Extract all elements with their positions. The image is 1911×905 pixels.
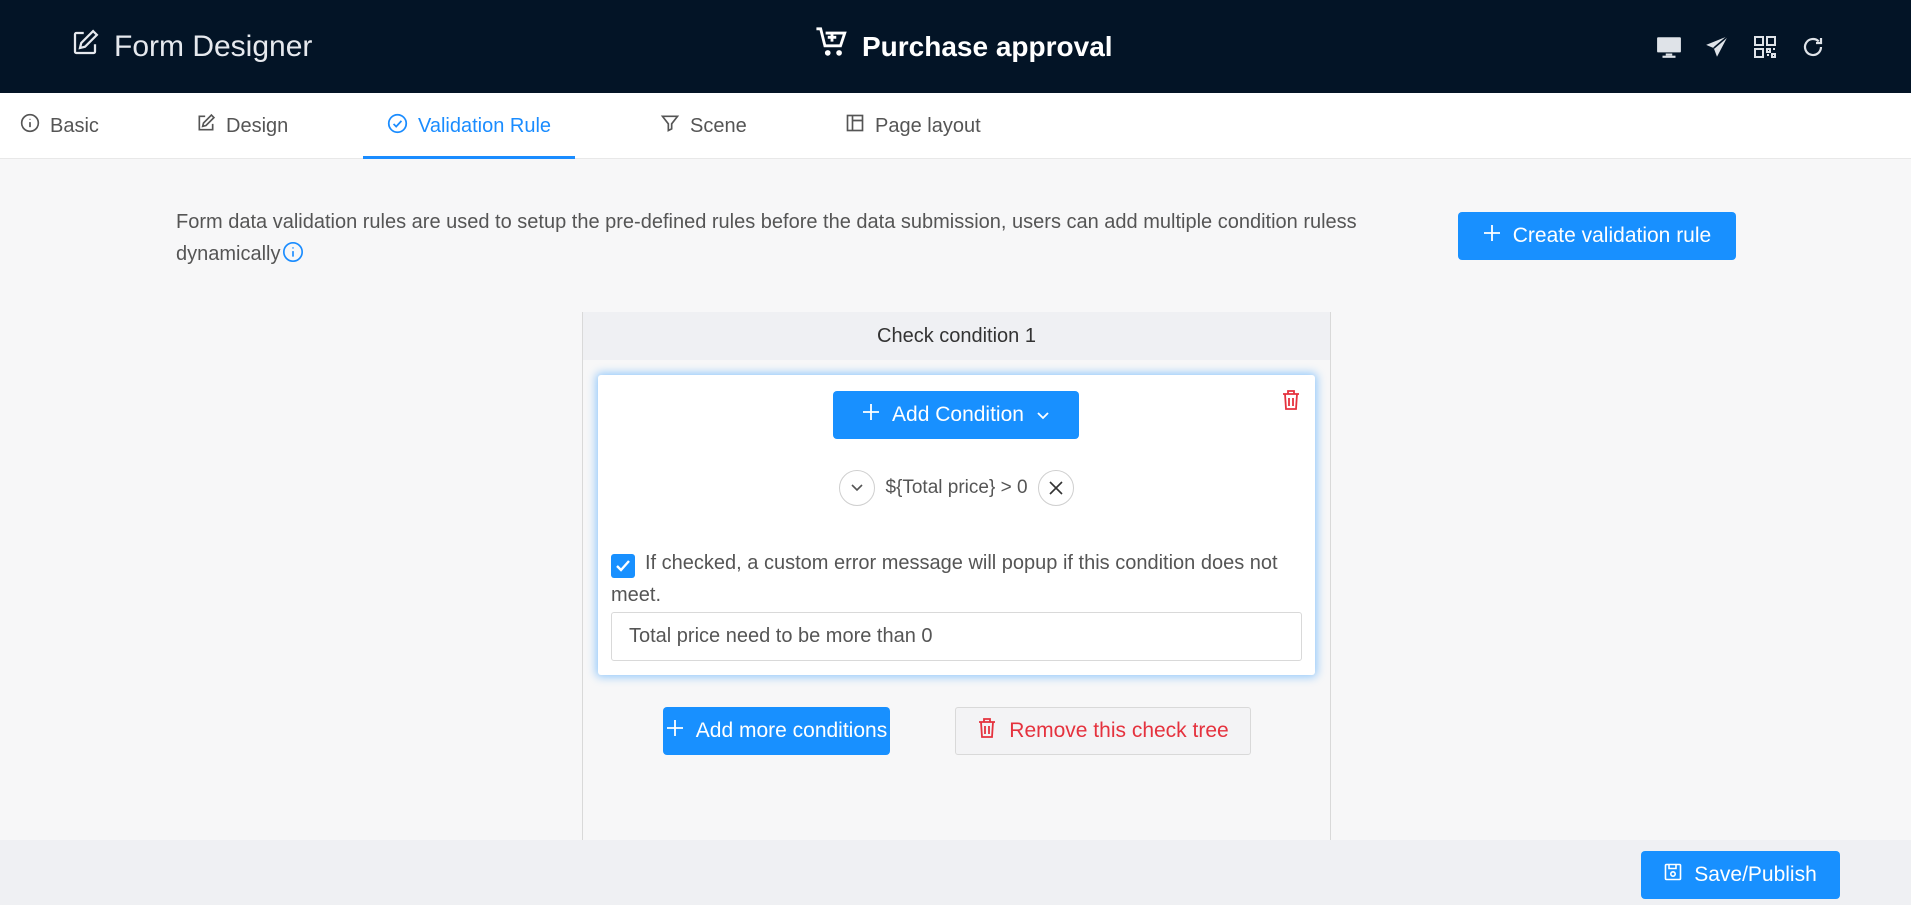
remove-condition-button[interactable] [1037,470,1074,506]
footer-bar: Save/Publish [0,840,1911,905]
tab-basic[interactable]: Basic [20,93,99,159]
save-publish-button[interactable]: Save/Publish [1641,851,1840,899]
edit-icon [196,113,216,139]
filter-icon [660,113,680,139]
chevron-down-icon [1036,403,1050,427]
edit-icon [70,28,100,66]
info-circle-icon[interactable] [282,241,304,263]
trash-icon [977,717,997,745]
brand: Form Designer [70,0,312,93]
check-condition-title: Check condition 1 [583,312,1330,360]
button-label: Add more conditions [695,719,888,742]
plus-icon [862,403,880,427]
cart-plus-icon [814,26,850,67]
condition-expression: ${Total price} > 0 [885,477,1028,498]
check-circle-icon [387,113,408,140]
condition-row: ${Total price} > 0 [598,469,1315,507]
tab-label: Scene [690,114,747,137]
create-validation-rule-button[interactable]: Create validation rule [1458,212,1736,260]
add-condition-button[interactable]: Add Condition [833,391,1079,439]
button-label: Save/Publish [1694,863,1817,886]
plus-icon [666,719,684,743]
form-title: Purchase approval [862,30,1113,62]
tab-scene[interactable]: Scene [660,93,747,159]
brand-label: Form Designer [114,29,313,63]
tab-label: Page layout [875,114,981,137]
custom-message-checkbox[interactable] [611,554,635,578]
tab-label: Design [226,114,289,137]
tab-label: Validation Rule [418,114,552,137]
desktop-icon[interactable] [1656,34,1682,60]
top-bar: Form Designer Purchase approval [0,0,1911,93]
save-icon [1664,863,1682,887]
qrcode-icon[interactable] [1752,34,1778,60]
tab-page-layout[interactable]: Page layout [845,93,981,159]
validation-description: Form data validation rules are used to s… [176,206,1421,270]
condition-card: Add Condition ${Total price} > 0 If chec… [598,375,1315,675]
custom-message-input[interactable] [611,612,1302,661]
send-icon[interactable] [1704,34,1730,60]
plus-icon [1483,224,1501,248]
button-label: Create validation rule [1512,224,1712,247]
toolbar [1656,0,1826,93]
tab-validation-rule[interactable]: Validation Rule [362,93,576,159]
page-title: Purchase approval [814,0,1113,93]
button-label: Add Condition [892,403,1024,426]
layout-icon [845,113,865,139]
expand-condition-button[interactable] [839,470,876,506]
custom-message-option: If checked, a custom error message will … [611,547,1301,611]
delete-condition-icon[interactable] [1281,389,1301,416]
tab-label: Basic [50,114,99,137]
tab-design[interactable]: Design [196,93,288,159]
check-tree-panel: Check condition 1 Add Condition ${Total … [582,312,1331,840]
add-more-conditions-button[interactable]: Add more conditions [663,707,890,755]
description-text: Form data validation rules are used to s… [176,211,1357,265]
remove-check-tree-button[interactable]: Remove this check tree [955,707,1251,755]
button-label: Remove this check tree [1009,719,1229,742]
refresh-icon[interactable] [1800,34,1826,60]
tab-bar: Basic Design Validation Rule Scene Page … [0,93,1911,159]
info-circle-icon [20,113,40,139]
custom-message-label: If checked, a custom error message will … [611,552,1278,606]
